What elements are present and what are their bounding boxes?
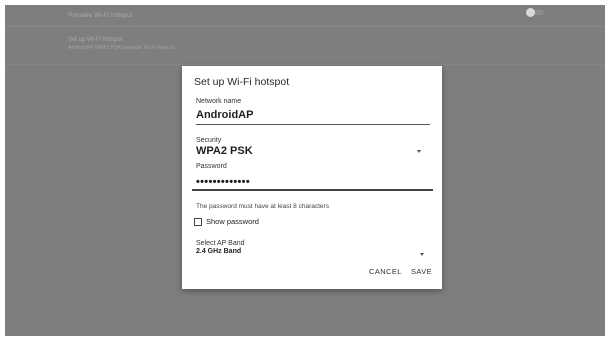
dialog-title: Set up Wi-Fi hotspot [194,76,290,88]
network-name-input[interactable]: AndroidAP [196,109,253,121]
network-name-label: Network name [196,98,242,105]
chevron-down-icon[interactable] [420,253,424,256]
setup-hotspot-row-subtitle: AndroidAP WPA2 PSK portable Wi-Fi hotspo… [68,45,175,51]
divider [5,64,605,65]
ap-band-select[interactable]: 2.4 GHz Band [196,248,241,255]
password-hint: The password must have at least 8 charac… [196,203,329,210]
show-password-label[interactable]: Show password [206,217,259,226]
security-select[interactable]: WPA2 PSK [196,145,253,157]
hotspot-toggle[interactable] [526,8,535,17]
show-password-checkbox[interactable] [194,218,202,226]
portable-hotspot-label: Portable Wi-Fi hotspot [68,12,133,19]
settings-screen: Portable Wi-Fi hotspot Set up Wi-Fi hots… [5,5,605,336]
network-name-underline [196,124,430,125]
password-input[interactable]: ••••••••••••• [196,176,250,188]
chevron-down-icon[interactable] [417,150,421,153]
divider [5,26,605,27]
setup-hotspot-row-title[interactable]: Set up Wi-Fi hotspot [68,37,122,43]
setup-hotspot-dialog: Set up Wi-Fi hotspot Network name Androi… [182,66,442,289]
ap-band-label: Select AP Band [196,240,245,247]
security-label: Security [196,137,222,144]
password-underline [192,189,433,191]
save-button[interactable]: SAVE [411,267,432,276]
password-label: Password [196,163,227,170]
cancel-button[interactable]: CANCEL [369,267,402,276]
